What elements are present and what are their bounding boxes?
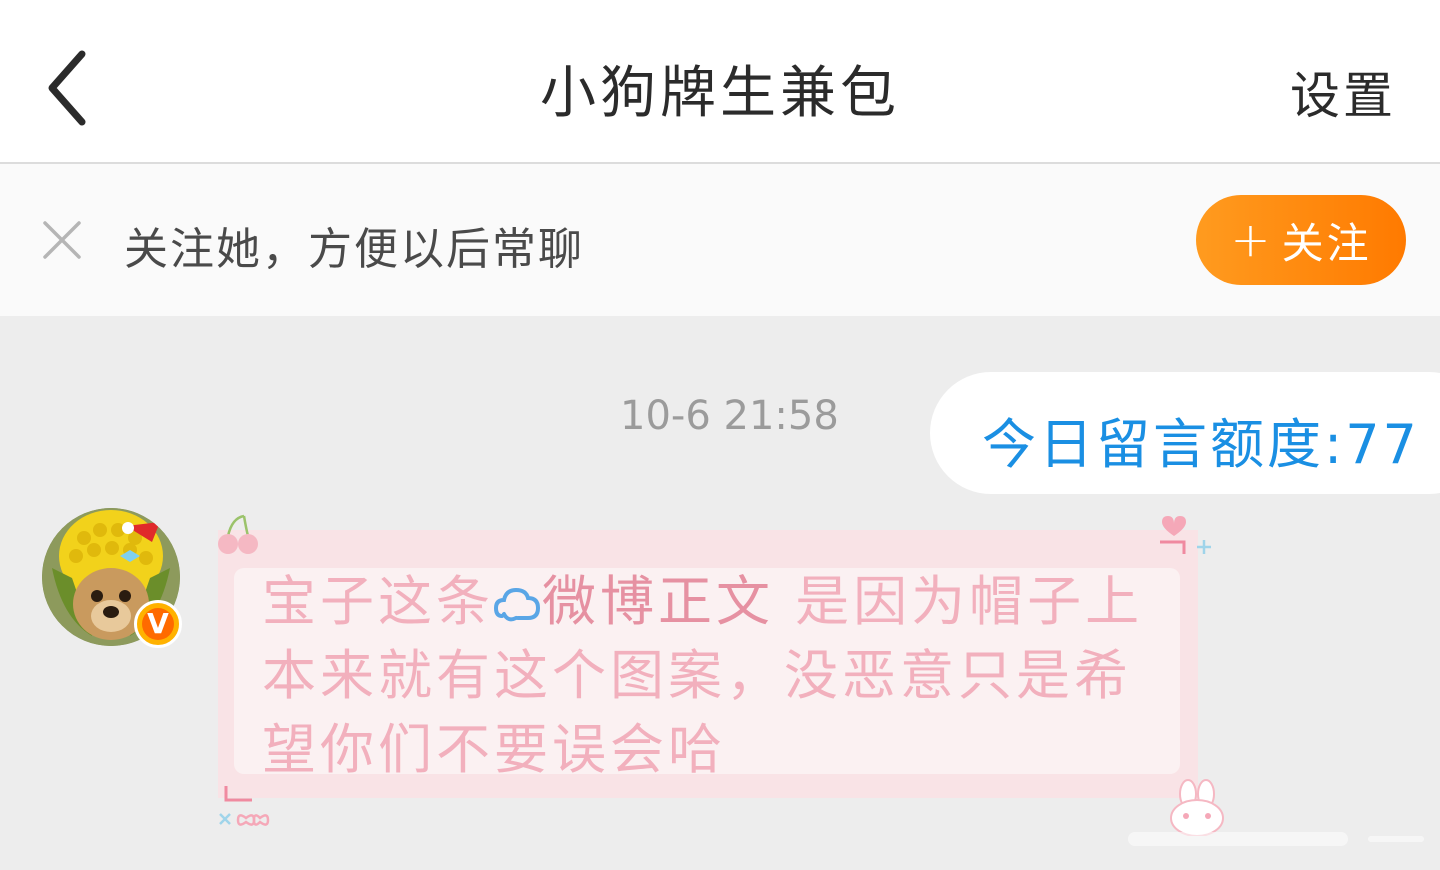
weibo-post-link[interactable]: 微博正文 [493, 570, 774, 633]
chat-screen: 小狗牌生兼包 设置 关注她，方便以后常聊 + 关注 10-6 21:58 今日留… [0, 0, 1440, 870]
incoming-message-text: 宝子这条 微博正文 是因为帽子上本来就有这个图案，没恶意只是希望你们不要误会哈 [262, 565, 1162, 787]
outgoing-message-text: 今日留言额度:77 [982, 413, 1420, 476]
dismiss-follow-button[interactable] [40, 218, 84, 262]
nav-bar: 小狗牌生兼包 设置 [0, 0, 1440, 164]
message-timestamp: 10-6 21:58 [620, 393, 839, 439]
weibo-link-icon [493, 587, 541, 622]
corner-bow-icon [219, 786, 270, 826]
follow-button[interactable]: + 关注 [1196, 195, 1406, 285]
follow-prompt-text: 关注她，方便以后常聊 [124, 224, 584, 275]
plus-icon: + [1230, 212, 1274, 268]
settings-button[interactable]: 设置 [1290, 56, 1396, 128]
watermark-graphic [1128, 832, 1424, 846]
cherry-icon [218, 514, 258, 554]
verified-v-badge-icon: V [134, 600, 182, 648]
incoming-text-part1: 宝子这条 [262, 570, 494, 633]
follow-button-label: 关注 [1281, 218, 1372, 268]
weibo-link-label: 微博正文 [542, 570, 774, 633]
close-icon [43, 221, 81, 259]
page-title: 小狗牌生兼包 [540, 61, 900, 126]
heart-sparkle-icon [1160, 516, 1211, 554]
